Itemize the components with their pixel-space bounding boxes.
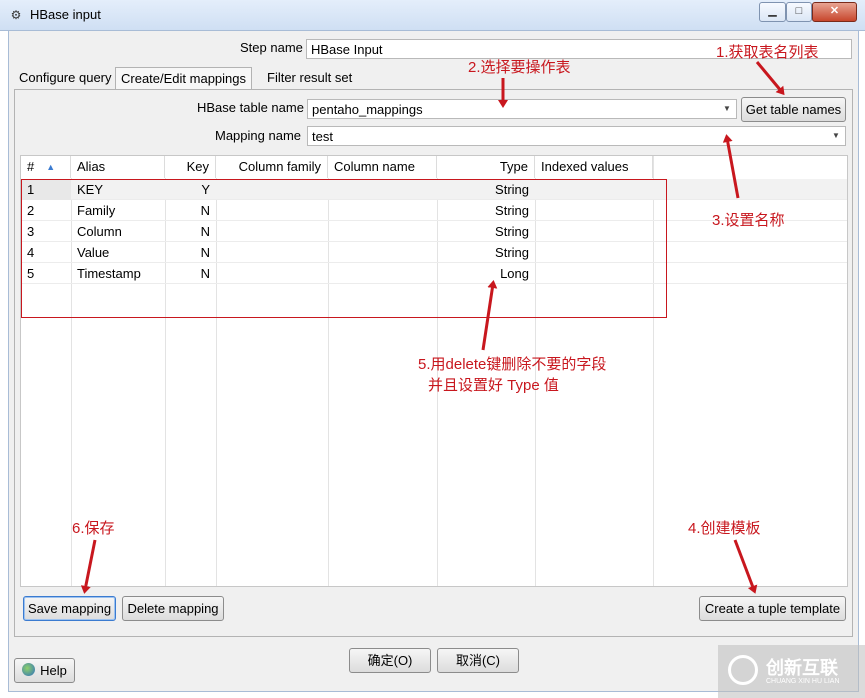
arrow-4: [733, 539, 758, 594]
arrow-5: [481, 280, 498, 351]
arrow-6: [80, 539, 97, 594]
watermark-sub: CHUANG XIN HU LIAN: [766, 678, 840, 685]
arrow-1: [755, 61, 785, 96]
annotation-arrows: [80, 61, 785, 594]
watermark-logo-icon: [728, 655, 758, 685]
watermark-brand: 创新互联: [766, 658, 838, 678]
arrow-3: [722, 134, 740, 199]
watermark: 创新互联 CHUANG XIN HU LIAN: [718, 645, 865, 698]
